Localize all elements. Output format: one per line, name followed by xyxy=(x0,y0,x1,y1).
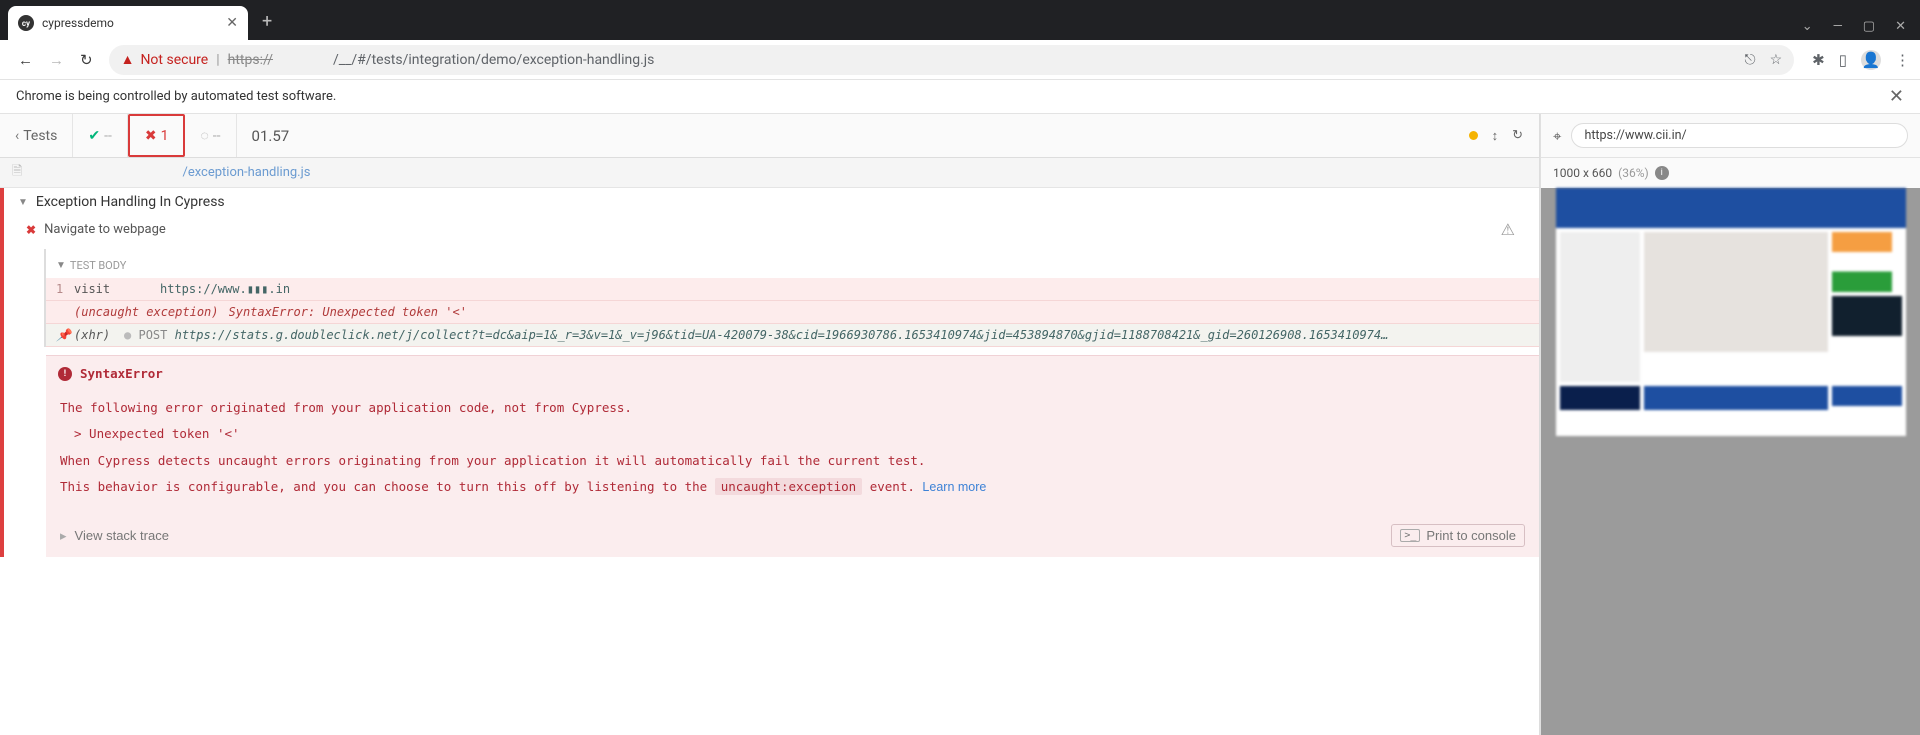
aut-viewport-label: 1000 x 660 (36%) i xyxy=(1541,158,1920,188)
error-title-row: ! SyntaxError xyxy=(46,356,1539,391)
tab-favicon: cy xyxy=(18,15,34,31)
caret-down-icon: ▼ xyxy=(18,197,28,208)
test-fail-icon: ✖ xyxy=(26,223,36,237)
sidepanel-icon[interactable]: ▯ xyxy=(1839,51,1847,69)
error-line: > Unexpected token '<' xyxy=(74,421,1525,447)
new-tab-button[interactable]: + xyxy=(262,11,272,32)
selector-playground-icon[interactable]: ⌖ xyxy=(1553,127,1561,145)
tests-back-button[interactable]: ‹Tests xyxy=(0,114,73,157)
test-warning-icon: ⚠ xyxy=(1501,220,1527,239)
window-maximize-icon[interactable]: ▢ xyxy=(1863,19,1875,34)
spec-file-row[interactable]: 🗎 /exception-handling.js xyxy=(0,158,1539,188)
error-icon: ! xyxy=(58,367,72,381)
test-body-header[interactable]: ▼ TEST BODY xyxy=(46,253,1539,278)
learn-more-link[interactable]: Learn more xyxy=(922,480,986,494)
stat-pending: ◌-- xyxy=(185,114,236,157)
browser-toolbar: ← → ↻ ▲ Not secure | https:// /__/#/test… xyxy=(0,40,1920,80)
command-row-visit[interactable]: 1 visit https://www.▮▮▮.in xyxy=(46,278,1539,301)
caret-right-icon: ▸ xyxy=(60,528,67,544)
security-status: Not secure xyxy=(140,52,208,68)
nav-forward-button[interactable]: → xyxy=(41,45,72,75)
error-line: The following error originated from your… xyxy=(60,395,1525,421)
view-stack-trace-toggle[interactable]: View stack trace xyxy=(75,528,169,543)
aut-iframe-preview[interactable] xyxy=(1541,188,1920,735)
bookmark-icon[interactable]: ☆ xyxy=(1770,52,1783,68)
print-to-console-button[interactable]: >_ Print to console xyxy=(1391,524,1525,547)
pin-icon[interactable]: 📌 xyxy=(56,328,74,342)
window-close-icon[interactable]: ✕ xyxy=(1895,19,1906,34)
describe-block[interactable]: ▼ Exception Handling In Cypress xyxy=(4,188,1539,216)
file-icon: 🗎 xyxy=(12,162,22,184)
cypress-runner: ‹Tests ✔-- ✖1 ◌-- 01.57 ↕ ↻ 🗎 /exception… xyxy=(0,114,1540,735)
nav-reload-button[interactable]: ↻ xyxy=(72,45,101,75)
tab-title: cypressdemo xyxy=(42,16,226,30)
nav-back-button[interactable]: ← xyxy=(10,45,41,75)
error-title: SyntaxError xyxy=(80,366,163,381)
aut-panel: ⌖ https://www.cii.in/ 1000 x 660 (36%) i xyxy=(1540,114,1920,735)
automation-banner-close-icon[interactable]: ✕ xyxy=(1889,86,1904,107)
url-protocol: https:// xyxy=(228,52,273,68)
extensions-icon[interactable]: ✱ xyxy=(1812,51,1825,69)
browser-tab[interactable]: cy cypressdemo ✕ xyxy=(8,6,248,40)
info-icon[interactable]: i xyxy=(1655,166,1669,180)
error-panel: ! SyntaxError The following error origin… xyxy=(46,355,1539,557)
automation-banner-text: Chrome is being controlled by automated … xyxy=(16,89,336,104)
restart-test-icon[interactable]: ↻ xyxy=(1512,128,1523,143)
error-line: This behavior is configurable, and you c… xyxy=(60,474,1525,500)
viewport-toggle-icon[interactable]: ↕ xyxy=(1492,128,1499,144)
command-row-uncaught[interactable]: (uncaught exception) SyntaxError: Unexpe… xyxy=(46,301,1539,324)
spec-file-path: /exception-handling.js xyxy=(182,165,310,180)
error-line: When Cypress detects uncaught errors ori… xyxy=(60,448,1525,474)
runner-header: ‹Tests ✔-- ✖1 ◌-- 01.57 ↕ ↻ xyxy=(0,114,1539,158)
automation-banner: Chrome is being controlled by automated … xyxy=(0,80,1920,114)
overflow-menu-icon[interactable]: ⋮ xyxy=(1895,51,1910,69)
command-row-xhr[interactable]: 📌 (xhr) ● POST https://stats.g.doublecli… xyxy=(46,324,1539,347)
stat-passed: ✔-- xyxy=(73,114,127,157)
share-icon[interactable]: ⎋ xyxy=(1745,52,1756,68)
tabs-dropdown-icon[interactable]: ⌄ xyxy=(1802,19,1813,34)
status-dot-icon xyxy=(1469,131,1478,140)
stat-duration: 01.57 xyxy=(237,127,305,145)
security-warning-icon: ▲ xyxy=(121,51,135,68)
url-path: /__/#/tests/integration/demo/exception-h… xyxy=(333,52,654,68)
caret-down-icon: ▼ xyxy=(56,260,66,271)
stat-failed: ✖1 xyxy=(128,114,186,157)
profile-icon[interactable]: 👤 xyxy=(1861,50,1881,70)
terminal-icon: >_ xyxy=(1400,529,1420,542)
window-minimize-icon[interactable]: — xyxy=(1833,19,1843,34)
aut-url-input[interactable]: https://www.cii.in/ xyxy=(1571,123,1908,148)
test-row[interactable]: ✖ Navigate to webpage ⚠ xyxy=(4,216,1539,249)
browser-tabstrip: cy cypressdemo ✕ + ⌄ — ▢ ✕ xyxy=(0,0,1920,40)
omnibox[interactable]: ▲ Not secure | https:// /__/#/tests/inte… xyxy=(109,45,1795,75)
tab-close-icon[interactable]: ✕ xyxy=(226,15,238,31)
